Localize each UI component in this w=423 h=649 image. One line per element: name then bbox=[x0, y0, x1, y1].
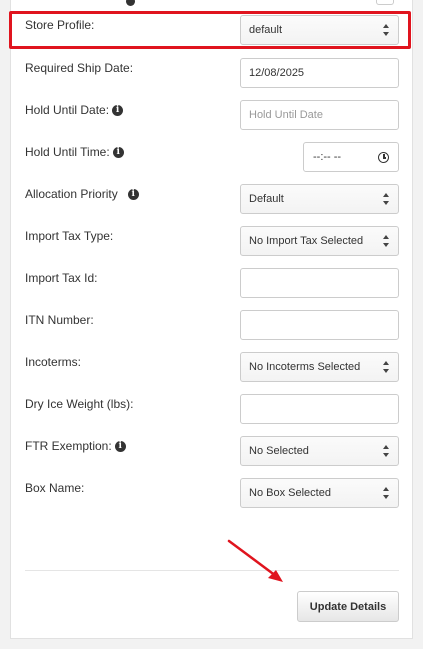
import-tax-type-row: Import Tax Type: No Import Tax Selected bbox=[0, 226, 423, 258]
ftr-exemption-label: FTR Exemption: i bbox=[25, 439, 126, 453]
allocation-priority-label: Allocation Priority i bbox=[25, 187, 139, 201]
ftr-exemption-select[interactable]: No Selected bbox=[240, 436, 399, 466]
hold-until-date-placeholder: Hold Until Date bbox=[249, 109, 323, 121]
hold-until-time-label: Hold Until Time: i bbox=[25, 145, 124, 159]
hold-until-time-row: Hold Until Time: i --:-- -- bbox=[0, 142, 423, 174]
box-name-row: Box Name: No Box Selected bbox=[0, 478, 423, 510]
info-icon[interactable]: i bbox=[127, 188, 139, 200]
required-ship-date-value: 12/08/2025 bbox=[249, 67, 305, 79]
import-tax-id-label: Import Tax Id: bbox=[25, 271, 97, 285]
form-divider bbox=[25, 570, 399, 571]
dry-ice-weight-row: Dry Ice Weight (lbs): bbox=[0, 394, 423, 426]
dry-ice-weight-label: Dry Ice Weight (lbs): bbox=[25, 397, 133, 411]
box-name-value: No Box Selected bbox=[249, 487, 331, 499]
select-cropped[interactable] bbox=[376, 0, 394, 5]
required-ship-date-label-text: Required Ship Date: bbox=[25, 61, 134, 75]
store-profile-row: Store Profile: default bbox=[0, 15, 423, 47]
clock-icon[interactable] bbox=[378, 152, 389, 163]
select-arrows-icon bbox=[383, 445, 390, 457]
ftr-exemption-row: FTR Exemption: i No Selected bbox=[0, 436, 423, 468]
import-tax-type-select[interactable]: No Import Tax Selected bbox=[240, 226, 399, 256]
store-profile-label-text: Store Profile: bbox=[25, 18, 95, 32]
hold-until-time-value: --:-- -- bbox=[313, 151, 342, 163]
itn-number-label-text: ITN Number: bbox=[25, 313, 94, 327]
hold-until-time-input[interactable]: --:-- -- bbox=[303, 142, 399, 172]
select-arrows-icon bbox=[383, 487, 390, 499]
required-ship-date-row: Required Ship Date: 12/08/2025 bbox=[0, 58, 423, 90]
select-arrows-icon bbox=[383, 193, 390, 205]
box-name-label: Box Name: bbox=[25, 481, 84, 495]
incoterms-select[interactable]: No Incoterms Selected bbox=[240, 352, 399, 382]
hold-until-date-label-text: Hold Until Date: bbox=[25, 103, 110, 117]
store-profile-label: Store Profile: bbox=[25, 18, 94, 32]
select-arrows-icon bbox=[383, 235, 390, 247]
incoterms-value: No Incoterms Selected bbox=[249, 361, 361, 373]
required-ship-date-input[interactable]: 12/08/2025 bbox=[240, 58, 399, 88]
hold-until-date-input[interactable]: Hold Until Date bbox=[240, 100, 399, 130]
dry-ice-weight-input[interactable] bbox=[240, 394, 399, 424]
itn-number-label: ITN Number: bbox=[25, 313, 94, 327]
hold-until-date-label: Hold Until Date: i bbox=[25, 103, 124, 117]
import-tax-id-label-text: Import Tax Id: bbox=[25, 271, 98, 285]
info-icon[interactable]: i bbox=[112, 104, 124, 116]
hold-until-time-label-text: Hold Until Time: bbox=[25, 145, 110, 159]
select-arrows-icon bbox=[383, 24, 390, 36]
itn-number-input[interactable] bbox=[240, 310, 399, 340]
box-name-select[interactable]: No Box Selected bbox=[240, 478, 399, 508]
allocation-priority-value: Default bbox=[249, 193, 284, 205]
info-icon[interactable]: i bbox=[112, 146, 124, 158]
allocation-priority-row: Allocation Priority i Default bbox=[0, 184, 423, 216]
import-tax-type-label-text: Import Tax Type: bbox=[25, 229, 114, 243]
info-icon[interactable]: i bbox=[114, 440, 126, 452]
box-name-label-text: Box Name: bbox=[25, 481, 85, 495]
store-profile-value: default bbox=[249, 24, 283, 36]
allocation-priority-label-text: Allocation Priority bbox=[25, 187, 118, 201]
import-tax-id-row: Import Tax Id: bbox=[0, 268, 423, 300]
incoterms-row: Incoterms: No Incoterms Selected bbox=[0, 352, 423, 384]
hold-until-date-row: Hold Until Date: i Hold Until Date bbox=[0, 100, 423, 132]
store-profile-select[interactable]: default bbox=[240, 15, 399, 45]
allocation-priority-select[interactable]: Default bbox=[240, 184, 399, 214]
ftr-exemption-value: No Selected bbox=[249, 445, 309, 457]
import-tax-type-label: Import Tax Type: bbox=[25, 229, 113, 243]
import-tax-id-input[interactable] bbox=[240, 268, 399, 298]
update-details-button[interactable]: Update Details bbox=[297, 591, 399, 622]
itn-number-row: ITN Number: bbox=[0, 310, 423, 342]
incoterms-label: Incoterms: bbox=[25, 355, 81, 369]
incoterms-label-text: Incoterms: bbox=[25, 355, 82, 369]
select-arrows-icon bbox=[383, 361, 390, 373]
import-tax-type-value: No Import Tax Selected bbox=[249, 235, 364, 247]
ftr-exemption-label-text: FTR Exemption: bbox=[25, 439, 112, 453]
dry-ice-weight-label-text: Dry Ice Weight (lbs): bbox=[25, 397, 134, 411]
required-ship-date-label: Required Ship Date: bbox=[25, 61, 133, 75]
